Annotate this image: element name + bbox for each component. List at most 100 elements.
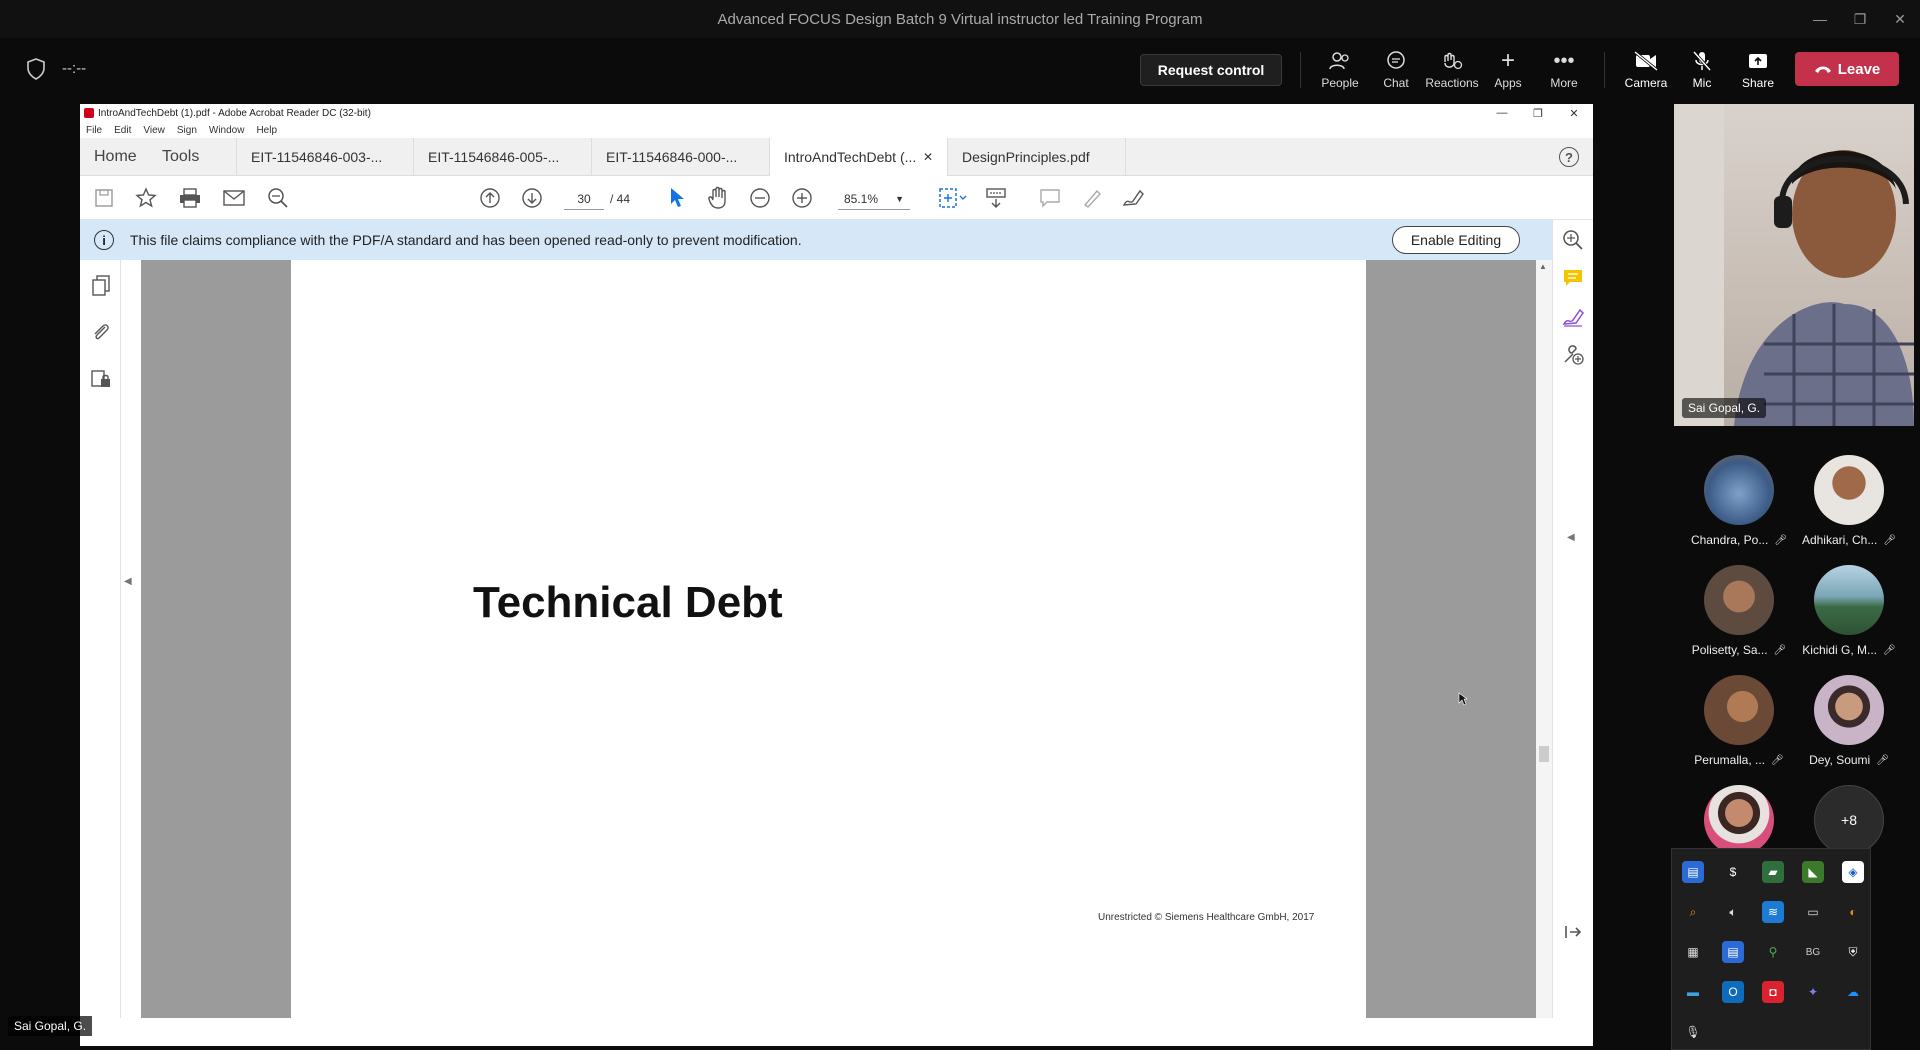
tab-document[interactable]: EIT-11546846-003-... (236, 138, 414, 176)
close-tab-icon[interactable]: ✕ (923, 150, 933, 164)
tab-tools[interactable]: Tools (162, 138, 199, 176)
share-label: Share (1741, 76, 1775, 90)
bookmark-star-icon[interactable] (134, 186, 158, 210)
acrobat-minimize-button[interactable]: — (1484, 104, 1520, 122)
speaker-icon[interactable]: 🔈︎ (1722, 901, 1744, 923)
tray-app-icon[interactable]: ◈ (1842, 861, 1864, 883)
reactions-button[interactable]: Reactions (1424, 48, 1480, 96)
expand-left-pane-icon[interactable]: ◀ (124, 576, 132, 587)
save-icon[interactable] (92, 186, 116, 210)
tray-app-icon[interactable]: ▰ (1762, 861, 1784, 883)
participant-tile[interactable]: Kichidi G, M... 🎤︎ (1794, 565, 1904, 665)
tab-document[interactable]: EIT-11546846-005-... (414, 138, 592, 176)
scroll-mode-icon[interactable] (984, 186, 1008, 210)
tab-document-active[interactable]: IntroAndTechDebt (... ✕ (770, 138, 948, 176)
vertical-scrollbar[interactable]: ▲ ▼ (1536, 260, 1552, 1046)
participant-tile[interactable]: Adhikari, Ch... 🎤︎ (1794, 455, 1904, 555)
hand-tool-icon[interactable] (706, 186, 730, 210)
participant-tile[interactable]: Perumalla, ... 🎤︎ (1684, 675, 1794, 775)
tab-home[interactable]: Home (94, 138, 137, 176)
leave-button[interactable]: Leave (1795, 52, 1899, 86)
onedrive-cloud-icon[interactable]: ☁ (1842, 981, 1864, 1003)
chat-button[interactable]: Chat (1368, 48, 1424, 96)
participant-name: Dey, Soumi (1809, 753, 1871, 767)
scrollbar-thumb[interactable] (1539, 746, 1549, 762)
tray-app-icon[interactable]: ◐ (1842, 901, 1864, 923)
sign-icon[interactable] (1122, 186, 1146, 210)
zoom-out-icon[interactable] (748, 186, 772, 210)
print-icon[interactable] (178, 186, 202, 210)
share-button[interactable]: Share (1730, 48, 1786, 96)
people-button[interactable]: People (1312, 48, 1368, 96)
page-fit-icon[interactable] (936, 186, 970, 210)
zoom-in-icon[interactable] (790, 186, 814, 210)
fill-sign-icon[interactable] (1561, 304, 1585, 328)
teams-icon[interactable]: ✦ (1802, 981, 1824, 1003)
tray-app-icon[interactable]: ⚲ (1762, 941, 1784, 963)
participant-tile[interactable]: Polisetty, Sa... 🎤︎ (1684, 565, 1794, 665)
scroll-up-icon[interactable]: ▲ (1539, 262, 1547, 271)
people-label: People (1321, 76, 1359, 90)
comment-tool-icon[interactable] (1561, 266, 1585, 290)
camera-button[interactable]: Camera (1618, 48, 1674, 96)
zoom-level-select[interactable]: 85.1% ▼ (838, 188, 910, 210)
microphone-icon[interactable]: 🎙︎ (1682, 1021, 1704, 1043)
search-plus-icon[interactable] (1561, 228, 1585, 252)
more-button[interactable]: ••• More (1536, 48, 1592, 96)
menu-view[interactable]: View (143, 125, 165, 136)
collapse-right-pane-icon[interactable]: ◀ (1567, 532, 1575, 543)
search-zoom-icon[interactable] (266, 186, 290, 210)
help-icon[interactable]: ? (1559, 147, 1579, 167)
dollar-icon[interactable]: $ (1722, 861, 1744, 883)
tab-document[interactable]: DesignPrinciples.pdf (948, 138, 1126, 176)
enable-editing-button[interactable]: Enable Editing (1392, 226, 1520, 254)
select-cursor-icon[interactable] (665, 186, 689, 210)
more-tools-icon[interactable] (1561, 342, 1585, 366)
mic-button[interactable]: Mic (1674, 48, 1730, 96)
self-video-tile: Sai Gopal, G. (1674, 104, 1914, 426)
network-icon[interactable]: ▬ (1682, 981, 1704, 1003)
participant-tile[interactable]: Dey, Soumi 🎤︎ (1794, 675, 1904, 775)
more-participants-button[interactable]: +8 (1794, 785, 1904, 855)
comment-icon[interactable] (1038, 186, 1062, 210)
email-icon[interactable] (222, 186, 246, 210)
expand-panel-icon[interactable] (1561, 920, 1585, 944)
close-button[interactable]: ✕ (1880, 0, 1920, 38)
menu-sign[interactable]: Sign (177, 125, 197, 136)
tray-app-icon[interactable]: ◣ (1802, 861, 1824, 883)
display-icon[interactable]: ▭ (1802, 901, 1824, 923)
shield-icon[interactable]: ⛨ (1842, 941, 1864, 963)
tab-document[interactable]: EIT-11546846-000-... (592, 138, 770, 176)
windows-start-icon[interactable] (92, 1024, 106, 1038)
request-control-button[interactable]: Request control (1140, 54, 1282, 86)
acrobat-logo-icon (84, 108, 94, 118)
tray-app-icon[interactable]: ▦ (1682, 941, 1704, 963)
outlook-icon[interactable]: O (1722, 981, 1744, 1003)
tray-app-icon[interactable]: ≋ (1762, 901, 1784, 923)
page-number-input[interactable]: 30 (564, 188, 604, 210)
attachment-icon[interactable] (89, 320, 113, 344)
tray-app-icon[interactable]: ▤ (1682, 861, 1704, 883)
minimize-button[interactable]: — (1800, 0, 1840, 38)
tray-app-icon[interactable]: BG (1802, 941, 1824, 963)
security-lock-icon[interactable] (89, 366, 113, 390)
menu-help[interactable]: Help (256, 125, 277, 136)
menu-window[interactable]: Window (209, 125, 245, 136)
apps-button[interactable]: + Apps (1480, 47, 1536, 96)
next-page-icon[interactable] (520, 186, 544, 210)
menu-edit[interactable]: Edit (114, 125, 131, 136)
tray-app-icon[interactable]: ▤ (1722, 941, 1744, 963)
highlight-icon[interactable] (1080, 186, 1104, 210)
acrobat-restore-button[interactable]: ❐ (1520, 104, 1556, 122)
tab-label: EIT-11546846-003-... (251, 149, 383, 165)
acrobat-close-button[interactable]: ✕ (1556, 104, 1592, 122)
menu-file[interactable]: File (86, 125, 102, 136)
tray-app-icon[interactable]: ◘ (1762, 981, 1784, 1003)
search-icon[interactable]: ⌕ (1682, 901, 1704, 923)
participant-tile[interactable]: Chandra, Po... 🎤︎ (1684, 455, 1794, 555)
pages-thumbnail-icon[interactable] (89, 274, 113, 298)
restore-button[interactable]: ❐ (1840, 0, 1880, 38)
right-tools-pane: ◀ (1552, 220, 1593, 1046)
previous-page-icon[interactable] (478, 186, 502, 210)
participant-tile[interactable] (1684, 785, 1794, 855)
